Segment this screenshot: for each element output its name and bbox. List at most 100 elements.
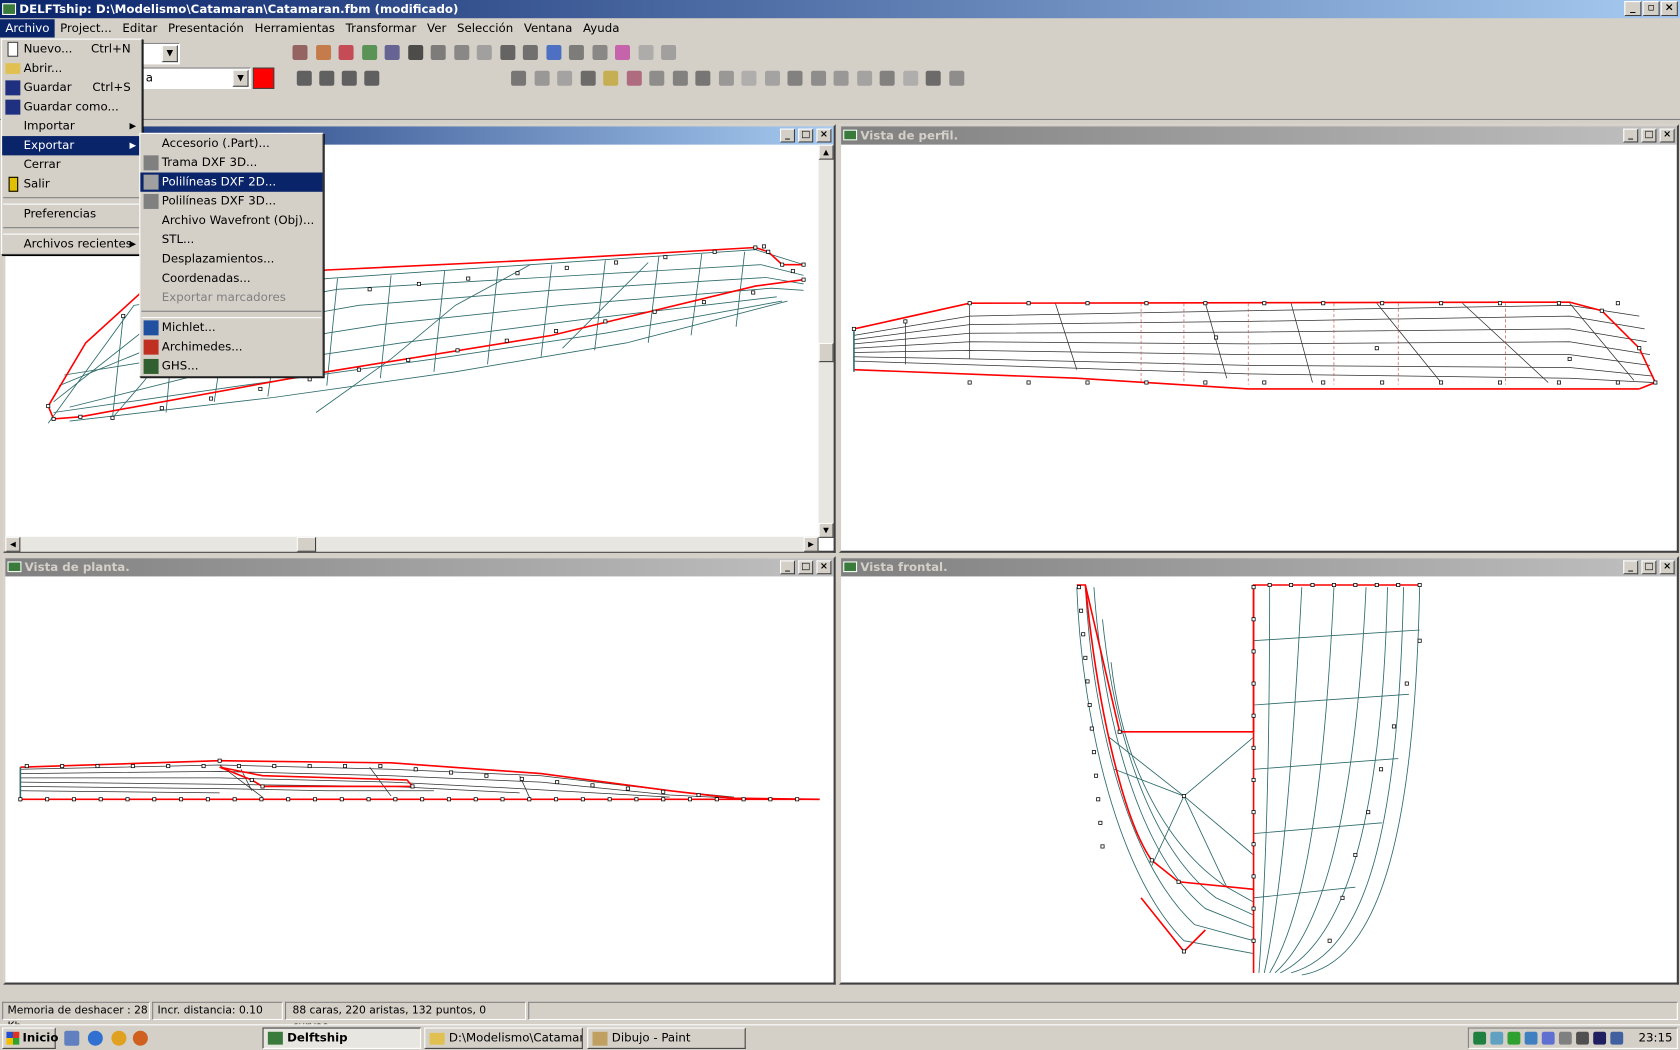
close-button[interactable]: ×	[816, 128, 832, 143]
menu-item-importar[interactable]: Importar ▶	[2, 117, 141, 136]
control-point[interactable]	[466, 276, 471, 281]
control-point[interactable]	[1176, 879, 1181, 884]
control-point[interactable]	[410, 784, 415, 789]
toolbar-edit-6-button[interactable]	[623, 68, 644, 89]
scroll-down-button[interactable]: ▼	[818, 522, 834, 538]
control-point[interactable]	[712, 249, 717, 254]
control-point[interactable]	[249, 778, 254, 782]
control-point[interactable]	[166, 764, 171, 769]
scroll-thumb[interactable]	[818, 342, 834, 363]
minimize-button[interactable]: _	[780, 560, 796, 575]
control-point[interactable]	[1251, 810, 1256, 815]
control-point[interactable]	[1251, 617, 1256, 622]
minimize-button[interactable]: _	[1624, 1, 1642, 17]
control-point[interactable]	[217, 758, 222, 763]
clock[interactable]: 23:15	[1639, 1031, 1673, 1045]
messenger-icon[interactable]	[111, 1030, 127, 1046]
control-point[interactable]	[741, 797, 746, 802]
toolbar-tool-2-button[interactable]	[312, 42, 333, 63]
task-paint[interactable]: Dibujo - Paint	[587, 1027, 746, 1049]
control-point[interactable]	[258, 386, 263, 391]
control-point[interactable]	[801, 277, 806, 282]
control-point[interactable]	[125, 797, 130, 802]
toolbar-view-3-button[interactable]	[339, 68, 360, 89]
control-point[interactable]	[1417, 638, 1422, 643]
toolbar-edit-14-button[interactable]	[807, 68, 828, 89]
control-point[interactable]	[1380, 380, 1385, 385]
export-item-ghs[interactable]: GHS...	[140, 357, 322, 376]
menu-editar[interactable]: Editar	[117, 19, 163, 37]
menu-item-salir[interactable]: Salir	[2, 175, 141, 194]
control-point[interactable]	[1251, 713, 1256, 718]
toolbar-view-4-button[interactable]	[361, 68, 382, 89]
close-button[interactable]: ×	[1660, 1, 1678, 17]
control-point[interactable]	[1310, 583, 1315, 587]
task-delftship[interactable]: Delftship	[262, 1027, 422, 1049]
control-point[interactable]	[1321, 380, 1326, 385]
control-point[interactable]	[98, 797, 103, 802]
control-point[interactable]	[1026, 301, 1031, 306]
tray-icon[interactable]	[1507, 1031, 1521, 1045]
control-point[interactable]	[1026, 380, 1031, 385]
control-point[interactable]	[1556, 380, 1561, 385]
toolbar-edit-7-button[interactable]	[646, 68, 667, 89]
control-point[interactable]	[766, 249, 771, 254]
export-item-desplazamientos[interactable]: Desplazamientos...	[140, 250, 322, 269]
control-point[interactable]	[1085, 301, 1090, 306]
control-point[interactable]	[801, 262, 806, 267]
chevron-down-icon[interactable]: ▼	[232, 69, 249, 87]
control-point[interactable]	[484, 773, 489, 778]
control-point[interactable]	[413, 767, 418, 772]
chevron-down-icon[interactable]: ▼	[161, 45, 178, 63]
control-point[interactable]	[130, 764, 135, 769]
control-point[interactable]	[259, 797, 264, 802]
toolbar-edit-10-button[interactable]	[715, 68, 736, 89]
control-point[interactable]	[95, 764, 100, 769]
control-point[interactable]	[1085, 679, 1090, 684]
toolbar-tool-15-button[interactable]	[612, 42, 633, 63]
internet-explorer-icon[interactable]	[87, 1030, 103, 1046]
control-point[interactable]	[393, 797, 398, 802]
control-point[interactable]	[1331, 583, 1336, 587]
control-point[interactable]	[1094, 773, 1099, 778]
control-point[interactable]	[607, 797, 612, 802]
menu-item-archivos-recientes[interactable]: Archivos recientes ▶	[2, 235, 141, 254]
toolbar-tool-8-button[interactable]	[451, 42, 472, 63]
control-point[interactable]	[1567, 356, 1572, 361]
control-point[interactable]	[121, 314, 126, 319]
toolbar-edit-2-button[interactable]	[531, 68, 552, 89]
toolbar-edit-4-button[interactable]	[577, 68, 598, 89]
menu-presentacion[interactable]: Presentación	[163, 19, 250, 37]
control-point[interactable]	[652, 309, 657, 314]
control-point[interactable]	[527, 797, 532, 802]
toolbar-tool-14-button[interactable]	[589, 42, 610, 63]
toolbar-tool-12-button[interactable]	[543, 42, 564, 63]
export-item-trama-dxf-3d[interactable]: Trama DXF 3D...	[140, 153, 322, 172]
control-point[interactable]	[1404, 681, 1409, 686]
control-point[interactable]	[1340, 895, 1345, 900]
control-point[interactable]	[580, 797, 585, 802]
menu-item-nuevo[interactable]: Nuevo... Ctrl+N	[2, 40, 141, 59]
control-point[interactable]	[714, 797, 719, 802]
tray-icon[interactable]	[1473, 1031, 1487, 1045]
toolbar-tool-17-button[interactable]	[658, 42, 679, 63]
toolbar-view-2-button[interactable]	[316, 68, 337, 89]
maximize-button[interactable]: □	[798, 128, 814, 143]
control-point[interactable]	[286, 797, 291, 802]
export-item-polilineas-dxf-2d[interactable]: Polilíneas DXF 2D...	[140, 172, 323, 192]
toolbar-edit-11-button[interactable]	[738, 68, 759, 89]
toolbar-edit-19-button[interactable]	[923, 68, 944, 89]
control-point[interactable]	[590, 783, 595, 788]
control-point[interactable]	[768, 797, 773, 802]
toolbar-tool-13-button[interactable]	[566, 42, 587, 63]
control-point[interactable]	[159, 406, 164, 411]
menu-item-preferencias[interactable]: Preferencias	[2, 205, 141, 224]
toolbar-edit-18-button[interactable]	[899, 68, 920, 89]
layer-combo[interactable]: ▼	[141, 42, 181, 65]
control-point[interactable]	[500, 797, 505, 802]
control-point[interactable]	[701, 300, 706, 305]
control-point[interactable]	[1498, 301, 1502, 306]
control-point[interactable]	[1098, 820, 1103, 825]
toolbar-view-1-button[interactable]	[294, 68, 315, 89]
toolbar-edit-5-button[interactable]	[600, 68, 621, 89]
